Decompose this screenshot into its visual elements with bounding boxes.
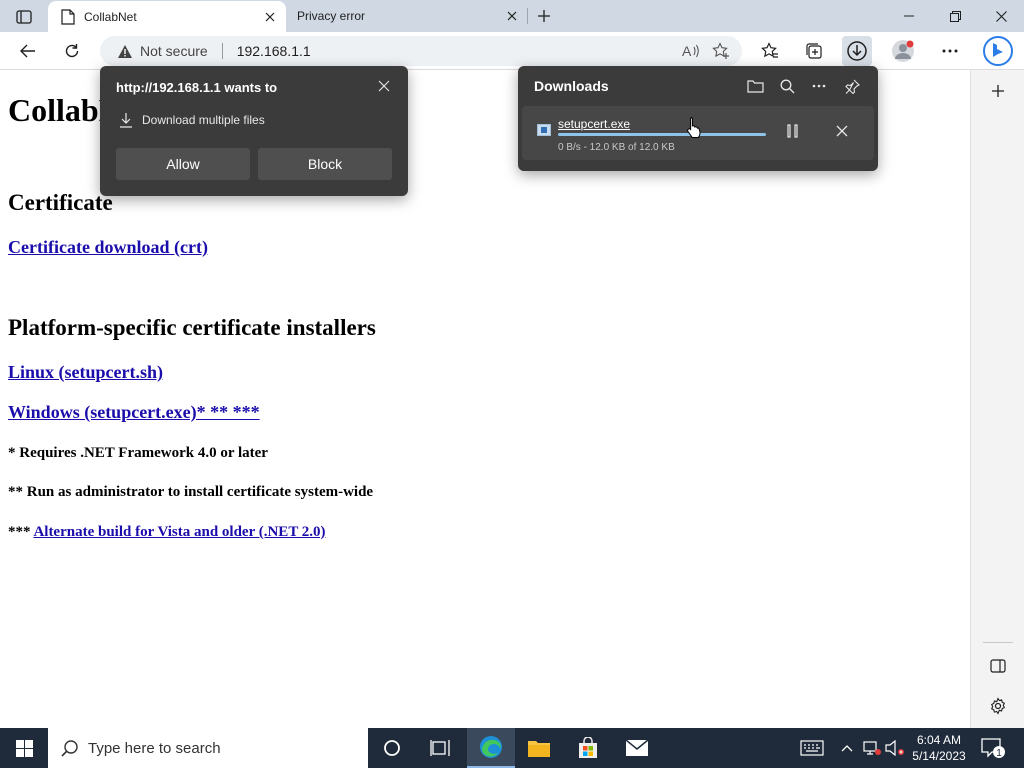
browser-toolbar: Not secure 192.168.1.1 A xyxy=(0,32,1024,70)
address-divider xyxy=(221,43,223,59)
edge-sidebar xyxy=(970,70,1024,728)
tab-collabnet[interactable]: CollabNet xyxy=(48,1,286,32)
minimize-button[interactable] xyxy=(886,0,932,32)
open-folder-icon[interactable] xyxy=(742,74,768,98)
store-icon[interactable] xyxy=(564,728,612,768)
close-tab-icon[interactable] xyxy=(502,6,522,26)
note-alternate: *** Alternate build for Vista and older … xyxy=(8,524,326,541)
start-button[interactable] xyxy=(0,728,48,768)
keyboard-icon[interactable] xyxy=(799,738,825,758)
bing-chat-icon[interactable] xyxy=(981,34,1015,68)
favorites-button[interactable] xyxy=(755,36,785,66)
section-heading-installers: Platform-specific certificate installers xyxy=(8,315,376,340)
url-text[interactable]: 192.168.1.1 xyxy=(237,43,676,59)
edge-taskbar-icon[interactable] xyxy=(467,728,515,768)
sidebar-settings-icon[interactable] xyxy=(983,691,1013,721)
volume-muted-icon[interactable] xyxy=(884,738,906,758)
block-button[interactable]: Block xyxy=(258,148,392,180)
download-icon xyxy=(118,112,134,128)
profile-avatar[interactable] xyxy=(888,36,918,66)
more-options-icon[interactable] xyxy=(806,74,832,98)
taskbar-search-box[interactable]: Type here to search xyxy=(48,728,368,768)
clock-date: 5/14/2023 xyxy=(912,749,966,763)
tab-actions-icon[interactable] xyxy=(10,6,38,28)
network-icon[interactable] xyxy=(861,738,883,758)
tab-divider xyxy=(527,8,528,24)
search-placeholder: Type here to search xyxy=(88,739,221,757)
chevron-up-icon[interactable] xyxy=(836,738,858,758)
warning-icon[interactable] xyxy=(116,42,134,60)
download-progress-bar xyxy=(558,133,766,136)
search-icon xyxy=(60,738,80,758)
hand-cursor-icon xyxy=(686,116,702,140)
pause-icon[interactable] xyxy=(780,119,806,143)
read-aloud-icon[interactable]: A xyxy=(676,36,706,66)
notification-center-icon[interactable]: 1 xyxy=(980,736,1006,760)
note-prefix: *** xyxy=(8,524,34,540)
refresh-button[interactable] xyxy=(57,36,87,66)
cancel-download-icon[interactable] xyxy=(829,119,855,143)
search-icon[interactable] xyxy=(774,74,800,98)
mail-icon[interactable] xyxy=(613,728,661,768)
security-label[interactable]: Not secure xyxy=(140,43,208,59)
close-window-button[interactable] xyxy=(978,0,1024,32)
cortana-icon[interactable] xyxy=(368,728,416,768)
file-explorer-icon[interactable] xyxy=(515,728,563,768)
note-dotnet: * Requires .NET Framework 4.0 or later xyxy=(8,445,268,461)
back-button[interactable] xyxy=(13,36,43,66)
download-filename[interactable]: setupcert.exe xyxy=(558,117,630,131)
downloads-button[interactable] xyxy=(842,36,872,66)
certificate-download-link[interactable]: Certificate download (crt) xyxy=(8,237,208,258)
section-heading-certificate: Certificate xyxy=(8,190,113,215)
pin-icon[interactable] xyxy=(839,74,865,98)
collections-button[interactable] xyxy=(799,36,829,66)
page-icon xyxy=(60,8,76,25)
download-permission-popup: http://192.168.1.1 wants to Download mul… xyxy=(100,66,408,196)
settings-more-button[interactable] xyxy=(935,36,965,66)
close-tab-icon[interactable] xyxy=(260,7,280,27)
tab-title: CollabNet xyxy=(84,9,137,24)
add-sidebar-app-button[interactable] xyxy=(983,76,1013,106)
permission-request: Download multiple files xyxy=(118,112,265,128)
alternate-build-link[interactable]: Alternate build for Vista and older (.NE… xyxy=(33,524,325,540)
svg-text:A: A xyxy=(682,43,692,59)
permission-title: http://192.168.1.1 wants to xyxy=(116,80,278,95)
tab-strip: CollabNet Privacy error xyxy=(0,0,1024,32)
exe-file-icon xyxy=(536,123,552,137)
taskbar-clock[interactable]: 6:04 AM 5/14/2023 xyxy=(908,732,970,764)
tab-privacy-error[interactable]: Privacy error xyxy=(288,0,528,32)
add-favorite-icon[interactable] xyxy=(706,36,736,66)
notification-count: 1 xyxy=(996,748,1002,759)
note-admin: ** Run as administrator to install certi… xyxy=(8,484,374,500)
clock-time: 6:04 AM xyxy=(916,733,962,747)
hide-sidebar-icon[interactable] xyxy=(983,651,1013,681)
permission-request-label: Download multiple files xyxy=(142,113,265,127)
download-status: 0 B/s - 12.0 KB of 12.0 KB xyxy=(558,142,675,153)
allow-button[interactable]: Allow xyxy=(116,148,250,180)
new-tab-button[interactable] xyxy=(532,5,556,27)
download-progress-fill xyxy=(558,133,766,136)
task-view-icon[interactable] xyxy=(416,728,464,768)
windows-installer-link[interactable]: Windows (setupcert.exe)* ** *** xyxy=(8,402,260,423)
sidebar-divider xyxy=(983,642,1013,643)
linux-installer-link[interactable]: Linux (setupcert.sh) xyxy=(8,362,163,383)
restore-button[interactable] xyxy=(932,0,978,32)
windows-taskbar: Type here to search 6:04 AM 5/14/2023 1 xyxy=(0,728,1024,768)
downloads-title: Downloads xyxy=(534,78,609,94)
tab-title: Privacy error xyxy=(297,9,366,23)
close-icon[interactable] xyxy=(372,74,396,98)
address-bar[interactable]: Not secure 192.168.1.1 A xyxy=(100,36,742,66)
